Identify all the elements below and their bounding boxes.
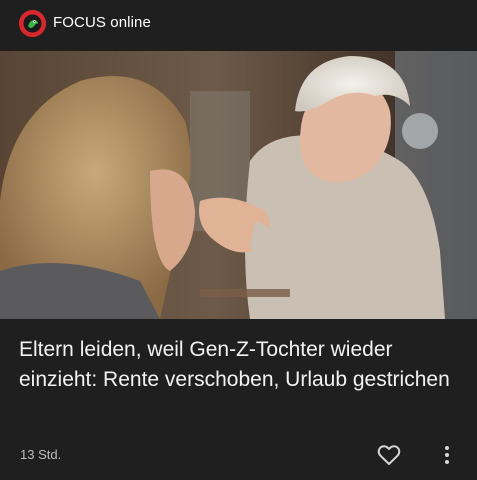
article-headline[interactable]: Eltern leiden, weil Gen-Z-Tochter wieder… xyxy=(19,335,464,395)
more-options-button[interactable] xyxy=(436,442,458,468)
article-age: 13 Std. xyxy=(20,447,62,462)
article-image[interactable] xyxy=(0,51,477,319)
card-footer: 13 Std. xyxy=(0,438,477,472)
news-card[interactable]: FOCUS online Eltern leiden, weil Gen-Z-T… xyxy=(0,0,477,480)
heart-outline-icon xyxy=(377,445,401,465)
card-header: FOCUS online xyxy=(0,0,477,50)
source-name[interactable]: FOCUS online xyxy=(53,14,151,31)
focus-logo-icon xyxy=(19,10,46,37)
more-vertical-icon xyxy=(445,446,449,464)
like-button[interactable] xyxy=(376,442,402,468)
